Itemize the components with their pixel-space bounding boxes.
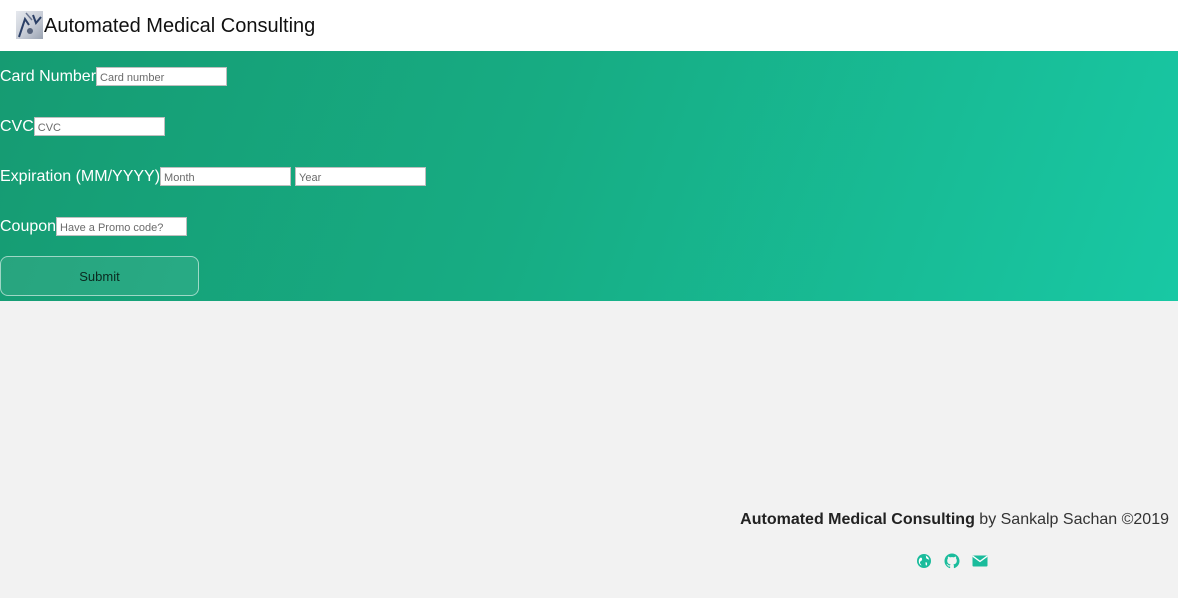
payment-form: Card Number CVC Expiration (MM/YYYY) Cou…: [0, 51, 1178, 301]
card-number-input[interactable]: [96, 67, 228, 86]
footer-social-links: [916, 553, 1000, 569]
medical-logo-icon[interactable]: [16, 11, 43, 39]
coupon-input[interactable]: [56, 217, 188, 236]
footer-brand: Automated Medical Consulting: [740, 511, 975, 528]
expiration-row: Expiration (MM/YYYY): [0, 167, 427, 186]
brand-title[interactable]: Automated Medical Consulting: [44, 14, 315, 38]
card-number-label: Card Number: [0, 67, 97, 85]
expiration-year-input[interactable]: [295, 167, 427, 186]
submit-button[interactable]: Submit: [0, 256, 199, 296]
coupon-row: Coupon: [0, 217, 188, 236]
globe-icon[interactable]: [916, 553, 932, 569]
github-icon[interactable]: [944, 553, 960, 569]
footer-credit: Automated Medical Consulting by Sankalp …: [740, 511, 1169, 529]
navbar: Automated Medical Consulting: [0, 0, 1178, 51]
expiration-month-input[interactable]: [160, 167, 292, 186]
cvc-label: CVC: [0, 117, 34, 135]
card-number-row: Card Number: [0, 67, 228, 86]
expiration-label: Expiration (MM/YYYY): [0, 167, 161, 185]
envelope-icon[interactable]: [972, 553, 988, 569]
cvc-input[interactable]: [33, 117, 165, 136]
coupon-label: Coupon: [0, 217, 57, 235]
cvc-row: CVC: [0, 117, 165, 136]
footer-author: by Sankalp Sachan ©2019: [974, 511, 1169, 528]
